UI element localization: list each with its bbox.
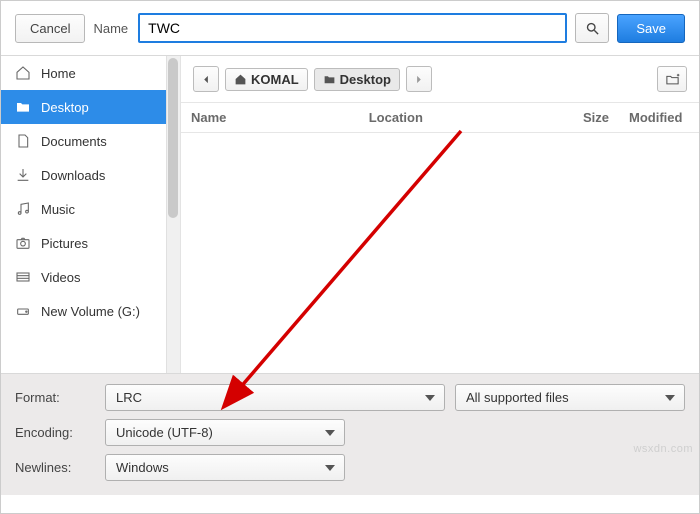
format-value: LRC bbox=[116, 390, 142, 405]
camera-icon bbox=[15, 235, 31, 251]
sidebar-item-documents[interactable]: Documents bbox=[1, 124, 180, 158]
video-icon bbox=[15, 269, 31, 285]
encoding-label: Encoding: bbox=[15, 425, 95, 440]
breadcrumb-label: KOMAL bbox=[251, 72, 299, 87]
sidebar-item-videos[interactable]: Videos bbox=[1, 260, 180, 294]
places-sidebar: Home Desktop Documents Downloads Music P… bbox=[1, 56, 181, 373]
sidebar-item-desktop[interactable]: Desktop bbox=[1, 90, 180, 124]
chevron-right-icon bbox=[413, 74, 424, 85]
path-bar: KOMAL Desktop bbox=[181, 56, 699, 103]
format-select[interactable]: LRC bbox=[105, 384, 445, 411]
scrollbar-thumb[interactable] bbox=[168, 58, 178, 218]
top-bar: Cancel Name Save bbox=[1, 1, 699, 56]
sidebar-item-label: Home bbox=[41, 66, 76, 81]
home-icon bbox=[15, 65, 31, 81]
column-headers: Name Location Size Modified bbox=[181, 103, 699, 133]
download-icon bbox=[15, 167, 31, 183]
newlines-label: Newlines: bbox=[15, 460, 95, 475]
filter-value: All supported files bbox=[466, 390, 569, 405]
sidebar-item-home[interactable]: Home bbox=[1, 56, 180, 90]
sidebar-item-pictures[interactable]: Pictures bbox=[1, 226, 180, 260]
file-list[interactable] bbox=[181, 133, 699, 373]
breadcrumb-home[interactable]: KOMAL bbox=[225, 68, 308, 91]
encoding-select[interactable]: Unicode (UTF-8) bbox=[105, 419, 345, 446]
column-size[interactable]: Size bbox=[559, 103, 619, 132]
new-folder-button[interactable] bbox=[657, 66, 687, 92]
file-browser: Home Desktop Documents Downloads Music P… bbox=[1, 56, 699, 374]
sidebar-item-volume-g[interactable]: New Volume (G:) bbox=[1, 294, 180, 328]
document-icon bbox=[15, 133, 31, 149]
sidebar-item-label: Videos bbox=[41, 270, 81, 285]
encoding-value: Unicode (UTF-8) bbox=[116, 425, 213, 440]
sidebar-scrollbar[interactable] bbox=[166, 56, 180, 373]
column-name[interactable]: Name bbox=[181, 103, 359, 132]
newlines-select[interactable]: Windows bbox=[105, 454, 345, 481]
name-label: Name bbox=[93, 21, 130, 36]
breadcrumb-current[interactable]: Desktop bbox=[314, 68, 400, 91]
folder-icon bbox=[323, 73, 336, 86]
folder-icon bbox=[15, 99, 31, 115]
sidebar-item-label: Documents bbox=[41, 134, 107, 149]
column-modified[interactable]: Modified bbox=[619, 103, 699, 132]
filename-input[interactable] bbox=[138, 13, 567, 43]
path-back-button[interactable] bbox=[193, 66, 219, 92]
new-folder-icon bbox=[665, 72, 680, 87]
file-list-panel: KOMAL Desktop Name Location Size Modifie… bbox=[181, 56, 699, 373]
format-label: Format: bbox=[15, 390, 95, 405]
sidebar-item-music[interactable]: Music bbox=[1, 192, 180, 226]
column-location[interactable]: Location bbox=[359, 103, 559, 132]
watermark: wsxdn.com bbox=[633, 443, 693, 455]
sidebar-item-downloads[interactable]: Downloads bbox=[1, 158, 180, 192]
drive-icon bbox=[15, 303, 31, 319]
home-icon bbox=[234, 73, 247, 86]
options-panel: Format: LRC All supported files Encoding… bbox=[1, 374, 699, 495]
sidebar-item-label: Desktop bbox=[41, 100, 89, 115]
newlines-value: Windows bbox=[116, 460, 169, 475]
filter-select[interactable]: All supported files bbox=[455, 384, 685, 411]
sidebar-item-label: Music bbox=[41, 202, 75, 217]
chevron-left-icon bbox=[201, 74, 212, 85]
breadcrumb-label: Desktop bbox=[340, 72, 391, 87]
cancel-button[interactable]: Cancel bbox=[15, 14, 85, 43]
sidebar-item-label: New Volume (G:) bbox=[41, 304, 140, 319]
sidebar-item-label: Pictures bbox=[41, 236, 88, 251]
search-icon bbox=[585, 21, 600, 36]
save-button[interactable]: Save bbox=[617, 14, 685, 43]
music-icon bbox=[15, 201, 31, 217]
path-forward-button[interactable] bbox=[406, 66, 432, 92]
search-button[interactable] bbox=[575, 13, 609, 43]
sidebar-item-label: Downloads bbox=[41, 168, 105, 183]
